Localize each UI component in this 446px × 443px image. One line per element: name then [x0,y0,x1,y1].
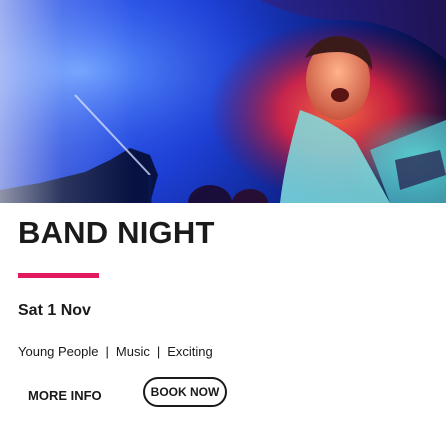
tag-separator: | [156,344,161,359]
hero-illustration [0,0,446,203]
title-accent-bar [18,273,99,278]
tag-music[interactable]: Music [116,344,150,359]
tag-exciting[interactable]: Exciting [167,344,213,359]
event-title: BAND NIGHT [18,215,215,250]
event-tags: Young People | Music | Exciting [18,344,213,359]
event-card: BAND NIGHT Sat 1 Nov Young People | Music |… [0,0,446,443]
book-now-button[interactable]: BOOK NOW [143,377,227,407]
singer-mouth [331,88,349,102]
tag-separator: | [105,344,109,359]
event-date: Sat 1 Nov [18,302,91,319]
tag-young-people[interactable]: Young People [18,344,99,359]
hero-image[interactable] [0,0,446,203]
more-info-link[interactable]: MORE INFO [28,388,102,403]
